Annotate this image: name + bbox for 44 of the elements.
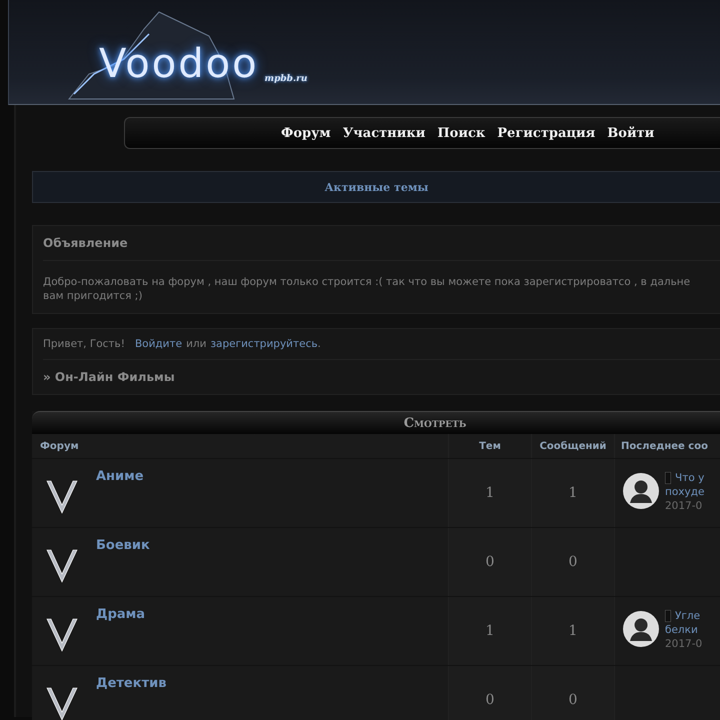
forum-link[interactable]: Драма (96, 607, 146, 622)
table-cell: 0 (532, 666, 615, 720)
register-link[interactable]: зарегистрируйтесь (210, 338, 318, 350)
column-header: Сообщений (532, 434, 615, 458)
table-cell: 0 (449, 528, 532, 596)
topic-link[interactable]: Что у (675, 471, 704, 485)
greeting-text: Привет, Гость! (43, 338, 125, 350)
announcement-text: Добро-пожаловать на форум , наш форум только строится :( так что вы можете пока зарегистрироватсо , в дальне (43, 275, 692, 289)
nav-link[interactable]: Войти (607, 126, 654, 140)
table-cell: 1 (449, 597, 532, 665)
topic-link[interactable]: Угле (675, 609, 700, 623)
announcement-text: вам пригодится ;) (43, 289, 144, 303)
nav-link[interactable]: Регистрация (497, 126, 596, 140)
avatar-icon (623, 611, 659, 647)
table-cell: 1 (532, 597, 615, 665)
logo-text: Voodoo (99, 42, 259, 86)
column-header: Форум (32, 434, 449, 458)
forum-link[interactable]: Аниме (96, 469, 144, 484)
active-topics-link[interactable]: Активные темы (324, 180, 428, 194)
table-cell: 0 (449, 666, 532, 720)
logo-domain: mpbb.ru (264, 74, 308, 84)
or-text: или (186, 338, 206, 350)
nav-link[interactable]: Участники (342, 126, 426, 140)
table-cell: 0 (532, 528, 615, 596)
table-cell: 1 (449, 459, 532, 527)
column-header: Тем (449, 434, 532, 458)
avatar-icon (623, 473, 659, 509)
post-date: 2017-0 (665, 637, 702, 651)
topic-icon (665, 610, 671, 622)
login-link[interactable]: Войдите (134, 338, 182, 350)
forum-link[interactable]: Боевик (96, 538, 150, 553)
table-cell: 1 (532, 459, 615, 527)
topic-icon (665, 472, 671, 484)
forum-link[interactable]: Детектив (96, 676, 166, 691)
announcement-title: Объявление (43, 236, 720, 261)
period-text: . (318, 338, 321, 350)
nav-link[interactable]: Поиск (437, 126, 486, 140)
nav-link[interactable]: Форум (281, 126, 331, 140)
category-title[interactable]: » Он-Лайн Фильмы (43, 360, 720, 394)
table-title: Смотреть (32, 411, 720, 434)
topic-link[interactable]: белки (665, 623, 702, 637)
column-header: Последнее соо (620, 440, 709, 454)
post-date: 2017-0 (665, 499, 704, 513)
topic-link[interactable]: похуде (665, 485, 704, 499)
